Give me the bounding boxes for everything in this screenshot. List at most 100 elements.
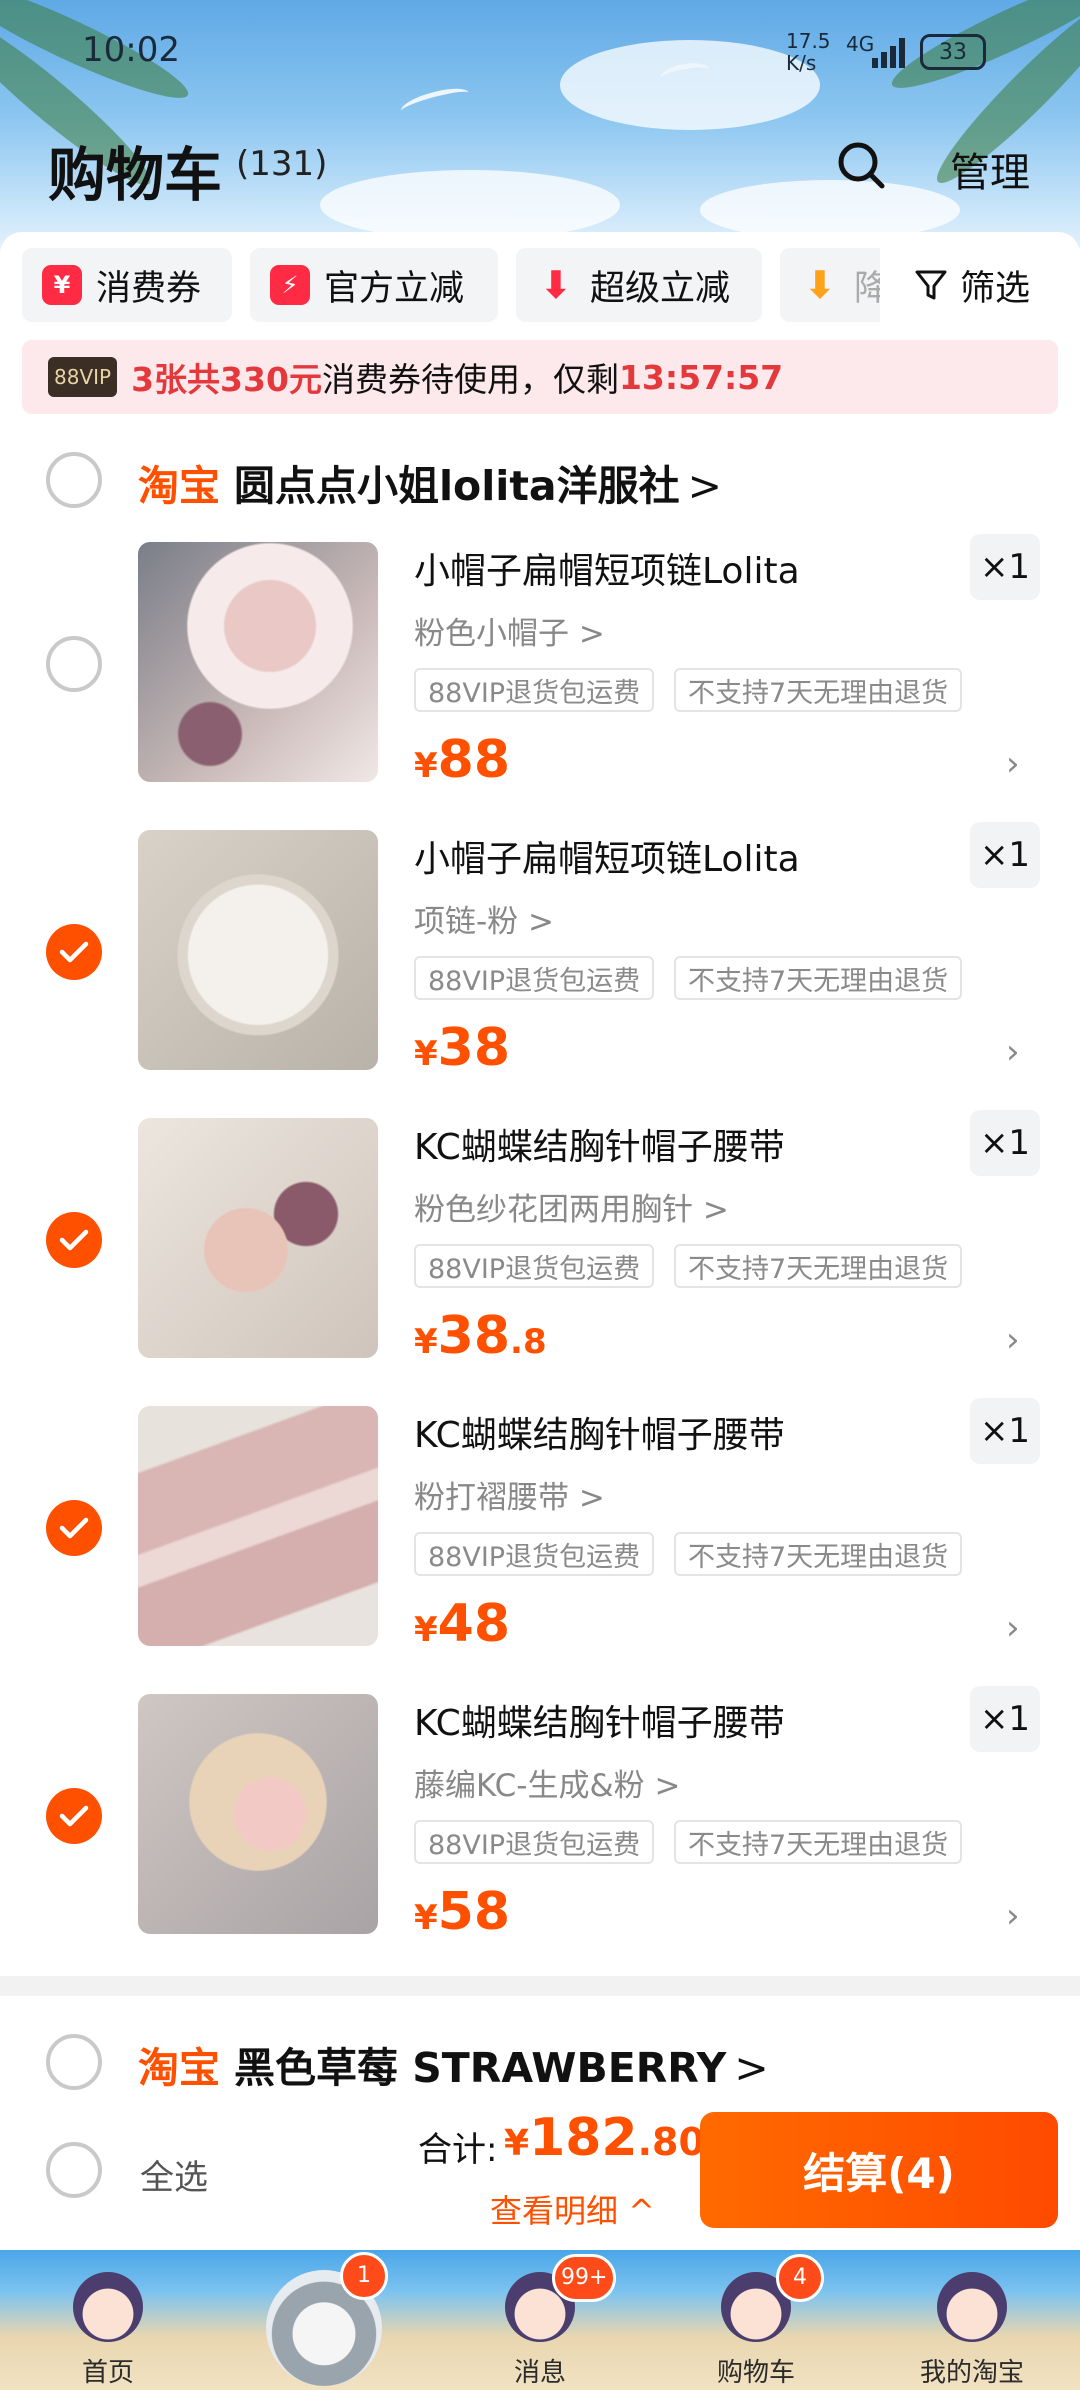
tag-vip-return: 88VIP退货包运费 xyxy=(414,1244,655,1288)
shop-select-radio[interactable] xyxy=(46,452,102,508)
tab-my-taobao[interactable]: 我的淘宝 xyxy=(864,2250,1080,2390)
status-speed: 17.5 K/s xyxy=(786,29,831,75)
chevron-right-icon: > xyxy=(687,462,722,510)
quantity-button[interactable]: ×1 xyxy=(970,1398,1040,1464)
profile-avatar-icon xyxy=(937,2272,1007,2342)
lightning-icon: ⚡ xyxy=(270,265,310,305)
check-icon xyxy=(59,1517,89,1539)
quantity-button[interactable]: ×1 xyxy=(970,534,1040,600)
checkout-button[interactable]: 结算(4) xyxy=(700,2112,1058,2228)
filter-button[interactable]: 筛选 xyxy=(880,248,1080,322)
vip-coupon-banner[interactable]: 88VIP 3张共330元 消费券待使用，仅剩 13:57:57 xyxy=(22,340,1058,414)
quantity-button[interactable]: ×1 xyxy=(970,1686,1040,1752)
view-details-link[interactable]: 查看明细 ^ xyxy=(490,2186,655,2232)
section-divider xyxy=(0,1976,1080,1996)
product-image[interactable] xyxy=(138,1694,378,1934)
item-price: ¥48 xyxy=(414,1594,511,1654)
tab-center[interactable]: 1 xyxy=(216,2250,432,2390)
status-network: 4G xyxy=(846,32,875,56)
item-sku[interactable]: 藤编KC-生成&粉 > xyxy=(414,1760,680,1805)
tag-vip-return: 88VIP退货包运费 xyxy=(414,1820,655,1864)
quantity-button[interactable]: ×1 xyxy=(970,1110,1040,1176)
vip-coupon-text: 消费券待使用，仅剩 xyxy=(321,360,619,399)
chevron-right-icon[interactable]: › xyxy=(1006,744,1020,784)
chip-official-discount[interactable]: ⚡ 官方立减 xyxy=(250,248,498,322)
vip-coupon-amount: 3张共330元 xyxy=(131,360,322,399)
item-sku[interactable]: 粉色小帽子 > xyxy=(414,608,605,653)
tag-no-return: 不支持7天无理由退货 xyxy=(674,956,963,1000)
item-select-radio[interactable] xyxy=(46,1788,102,1844)
item-title[interactable]: 小帽子扁帽短项链Lolita xyxy=(414,542,800,594)
select-all-radio[interactable] xyxy=(46,2142,102,2198)
shop-name: 黑色草莓 STRAWBERRY xyxy=(234,2044,727,2092)
quantity-button[interactable]: ×1 xyxy=(970,822,1040,888)
item-price: ¥88 xyxy=(414,730,511,790)
item-price: ¥38.8 xyxy=(414,1306,547,1366)
chevron-right-icon[interactable]: › xyxy=(1006,1032,1020,1072)
shop-name-row[interactable]: 淘宝 黑色草莓 STRAWBERRY > xyxy=(138,2034,769,2094)
product-image[interactable] xyxy=(138,1118,378,1358)
item-title[interactable]: 小帽子扁帽短项链Lolita xyxy=(414,830,800,882)
product-image[interactable] xyxy=(138,542,378,782)
item-select-radio[interactable] xyxy=(46,1500,102,1556)
check-icon xyxy=(59,1805,89,1827)
down-arrow-icon: ⬇ xyxy=(540,263,572,307)
vip-countdown: 13:57:57 xyxy=(618,357,784,397)
tag-no-return: 不支持7天无理由退货 xyxy=(674,668,963,712)
tag-no-return: 不支持7天无理由退货 xyxy=(674,1532,963,1576)
cart-count: (131) xyxy=(236,144,328,184)
item-sku[interactable]: 粉色纱花团两用胸针 > xyxy=(414,1184,729,1229)
taobao-tag: 淘宝 xyxy=(138,2044,220,2092)
item-price: ¥38 xyxy=(414,1018,511,1078)
coupon-icon: ¥ xyxy=(42,265,82,305)
item-title[interactable]: KC蝴蝶结胸针帽子腰带 xyxy=(414,1406,785,1458)
check-icon xyxy=(59,1229,89,1251)
item-price: ¥58 xyxy=(414,1882,511,1942)
tab-badge: 1 xyxy=(340,2252,388,2300)
shop-name: 圆点点小姐lolita洋服社 xyxy=(234,462,680,510)
item-sku[interactable]: 粉打褶腰带 > xyxy=(414,1472,605,1517)
tab-messages[interactable]: 99+ 消息 xyxy=(432,2250,648,2390)
battery-level: 33 xyxy=(939,39,967,65)
item-select-radio[interactable] xyxy=(46,1212,102,1268)
item-title[interactable]: KC蝴蝶结胸针帽子腰带 xyxy=(414,1118,785,1170)
tab-badge: 99+ xyxy=(552,2254,617,2302)
chevron-right-icon[interactable]: › xyxy=(1006,1896,1020,1936)
chevron-right-icon[interactable]: › xyxy=(1006,1320,1020,1360)
search-icon[interactable] xyxy=(836,140,886,190)
total-amount: ¥182.80 xyxy=(504,2108,705,2168)
filter-icon xyxy=(915,270,947,300)
tag-no-return: 不支持7天无理由退货 xyxy=(674,1244,963,1288)
item-sku[interactable]: 项链-粉 > xyxy=(414,896,554,941)
check-icon xyxy=(59,941,89,963)
tag-vip-return: 88VIP退货包运费 xyxy=(414,668,655,712)
signal-icon xyxy=(872,36,908,68)
manage-button[interactable]: 管理 xyxy=(950,140,1030,198)
shop-name-row[interactable]: 淘宝 圆点点小姐lolita洋服社 > xyxy=(138,452,722,512)
status-time: 10:02 xyxy=(82,30,180,70)
select-all-label[interactable]: 全选 xyxy=(140,2150,208,2199)
tab-badge: 4 xyxy=(776,2254,824,2302)
tab-bar: 首页 1 99+ 消息 4 购物车 我的淘宝 xyxy=(0,2250,1080,2390)
item-title[interactable]: KC蝴蝶结胸针帽子腰带 xyxy=(414,1694,785,1746)
product-image[interactable] xyxy=(138,830,378,1070)
item-select-radio[interactable] xyxy=(46,636,102,692)
tab-cart[interactable]: 4 购物车 xyxy=(648,2250,864,2390)
tab-home[interactable]: 首页 xyxy=(0,2250,216,2390)
home-avatar-icon xyxy=(73,2272,143,2342)
product-image[interactable] xyxy=(138,1406,378,1646)
chevron-right-icon[interactable]: › xyxy=(1006,1608,1020,1648)
item-select-radio[interactable] xyxy=(46,924,102,980)
taobao-tag: 淘宝 xyxy=(138,462,220,510)
chevron-right-icon: > xyxy=(734,2044,769,2092)
page-title: 购物车 xyxy=(48,141,223,209)
battery-icon: 33 xyxy=(920,34,986,70)
total-label: 合计: xyxy=(418,2130,498,2170)
tag-no-return: 不支持7天无理由退货 xyxy=(674,1820,963,1864)
chip-coupon[interactable]: ¥ 消费券 xyxy=(22,248,232,322)
shop-select-radio[interactable] xyxy=(46,2034,102,2090)
vip-badge: 88VIP xyxy=(48,357,118,397)
tag-vip-return: 88VIP退货包运费 xyxy=(414,1532,655,1576)
chip-super-discount[interactable]: ⬇ 超级立减 xyxy=(516,248,762,322)
price-drop-icon: ⬇ xyxy=(804,263,836,307)
